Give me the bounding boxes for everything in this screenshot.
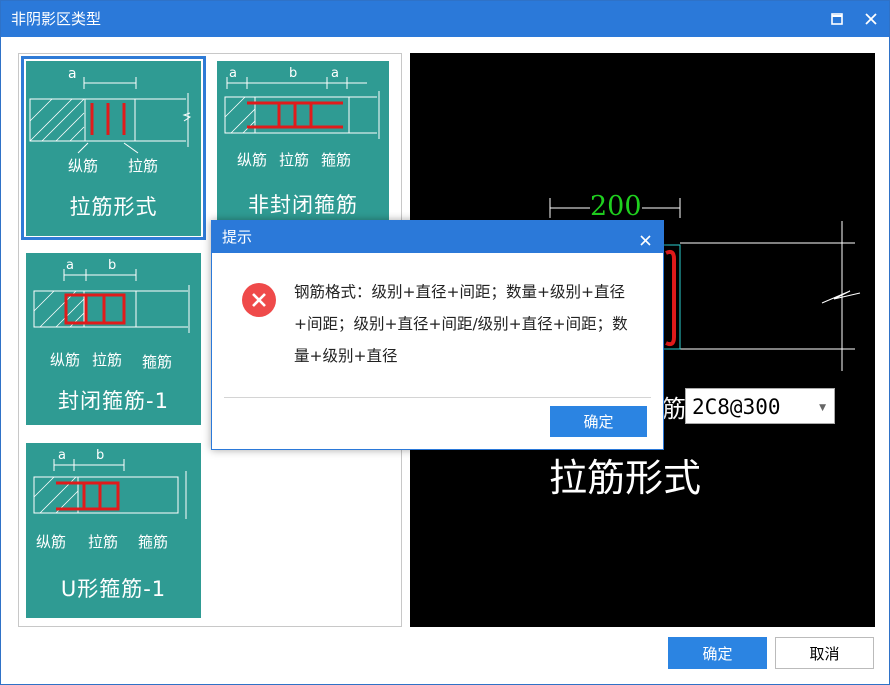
tile-open-sub-3: 箍筋 [321, 151, 352, 169]
tile-open-dim-b: b [289, 66, 298, 81]
tile-u-dim-b: b [96, 448, 105, 463]
preview-dimension-label: 200 [590, 191, 642, 222]
tile-u-label: U形箍筋-1 [60, 577, 167, 601]
tile-u-sub-2: 拉筋 [88, 533, 119, 551]
tile-open-dim-a1: a [229, 66, 237, 81]
close-icon[interactable] [861, 9, 881, 29]
ok-button[interactable]: 确定 [668, 637, 767, 669]
chevron-down-icon[interactable]: ▼ [819, 403, 826, 413]
window-title: 非阴影区类型 [11, 10, 102, 28]
tile-u-sub-1: 纵筋 [36, 533, 67, 551]
tile-closed-dim-a: a [66, 258, 74, 273]
close-icon[interactable] [640, 231, 651, 250]
preview-label-fragment: 筋 [662, 395, 686, 423]
tile-open-dim-a2: a [331, 66, 339, 81]
tile-closed-sub-1: 纵筋 [50, 351, 81, 369]
preview-type-label: 拉筋形式 [549, 456, 702, 500]
tile-u-stirrup[interactable]: a b 纵筋 拉筋 箍筋 U形箍筋-1 [26, 443, 201, 618]
dialog-window: 非阴影区类型 a 纵筋 拉筋 拉筋形式 a b a 纵筋 拉筋 箍筋 非封闭箍筋… [0, 0, 890, 685]
prompt-title: 提示 [222, 228, 253, 246]
prompt-dialog: 提示 钢筋格式：级别+直径+间距；数量+级别+直径+间距；级别+直径+间距/级别… [211, 220, 664, 450]
rebar-spec-value: 2C8@300 [692, 395, 781, 419]
tile-closed-stirrup[interactable]: a b 纵筋 拉筋 箍筋 封闭箍筋-1 [26, 253, 201, 425]
prompt-titlebar[interactable]: 提示 [212, 221, 663, 253]
cancel-button[interactable]: 取消 [775, 637, 874, 669]
tile-open-stirrup[interactable]: a b a 纵筋 拉筋 箍筋 非封闭箍筋 [217, 61, 389, 236]
tile-selection-frame [21, 56, 206, 240]
tile-u-sub-3: 箍筋 [138, 533, 169, 551]
tile-closed-label: 封闭箍筋-1 [58, 389, 169, 413]
rebar-spec-combo[interactable]: 2C8@300 ▼ [685, 388, 835, 424]
tile-closed-sub-2: 拉筋 [92, 351, 123, 369]
prompt-divider [224, 397, 651, 398]
tile-closed-sub-3: 箍筋 [142, 353, 173, 371]
maximize-icon[interactable] [827, 9, 847, 29]
tile-open-sub-2: 拉筋 [279, 151, 310, 169]
tile-open-sub-1: 纵筋 [237, 151, 268, 169]
tile-closed-dim-b: b [108, 258, 117, 273]
tile-u-dim-a: a [58, 448, 66, 463]
prompt-message: 钢筋格式：级别+直径+间距；数量+级别+直径+间距；级别+直径+间距/级别+直径… [294, 283, 628, 365]
window-titlebar[interactable]: 非阴影区类型 [1, 1, 889, 37]
prompt-ok-button[interactable]: 确定 [550, 406, 647, 437]
error-icon [242, 283, 276, 317]
tile-open-label: 非封闭箍筋 [248, 193, 358, 217]
